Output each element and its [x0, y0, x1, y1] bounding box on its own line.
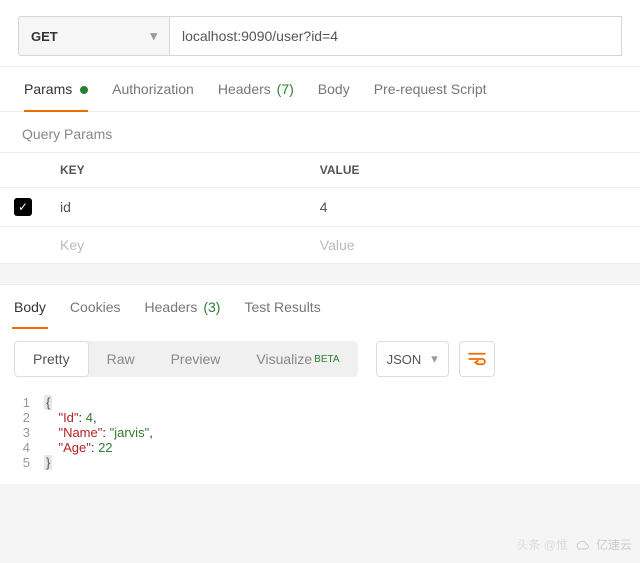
- wrap-lines-button[interactable]: [459, 341, 495, 377]
- fmt-preview[interactable]: Preview: [153, 341, 239, 377]
- wrap-icon: [468, 352, 486, 366]
- beta-badge: BETA: [314, 354, 339, 365]
- param-checkbox[interactable]: ✓: [14, 198, 32, 216]
- cloud-icon: [574, 539, 590, 551]
- tab-headers-label: Headers: [218, 81, 271, 97]
- resp-tab-tests[interactable]: Test Results: [232, 285, 332, 329]
- resp-tab-headers[interactable]: Headers (3): [133, 285, 233, 329]
- url-input[interactable]: [170, 16, 622, 56]
- http-method-value: GET: [31, 29, 58, 44]
- tab-params[interactable]: Params: [12, 67, 100, 111]
- watermark: 头条 @惟 亿速云: [516, 536, 632, 553]
- resp-headers-count-badge: (3): [203, 299, 220, 315]
- param-value-placeholder[interactable]: Value: [306, 227, 640, 264]
- fmt-visualize-label: Visualize: [256, 351, 312, 367]
- fmt-pretty[interactable]: Pretty: [14, 341, 89, 377]
- resp-tab-body[interactable]: Body: [2, 285, 58, 329]
- fmt-visualize[interactable]: Visualize BETA: [238, 341, 357, 377]
- param-key-placeholder[interactable]: Key: [46, 227, 306, 264]
- tab-headers[interactable]: Headers (7): [206, 67, 306, 111]
- response-body[interactable]: 1{2 "Id": 4,3 "Name": "jarvis",4 "Age": …: [0, 389, 640, 484]
- query-params-table: KEY VALUE ✓ id 4 Key Value: [0, 152, 640, 264]
- response-type-value: JSON: [387, 352, 422, 367]
- param-value-cell[interactable]: 4: [306, 188, 640, 227]
- tab-authorization[interactable]: Authorization: [100, 67, 206, 111]
- col-value: VALUE: [306, 153, 640, 188]
- http-method-select[interactable]: GET ▾: [18, 16, 170, 56]
- table-row: ✓ id 4: [0, 188, 640, 227]
- col-key: KEY: [46, 153, 306, 188]
- tab-prerequest[interactable]: Pre-request Script: [362, 67, 499, 111]
- watermark-left: 头条 @惟: [516, 536, 568, 553]
- chevron-down-icon: ▾: [431, 351, 438, 367]
- params-active-dot-icon: [80, 86, 88, 94]
- format-tabs: Pretty Raw Preview Visualize BETA: [14, 341, 358, 377]
- param-key-cell[interactable]: id: [46, 188, 306, 227]
- chevron-down-icon: ▾: [150, 28, 157, 44]
- resp-headers-label: Headers: [145, 299, 198, 315]
- fmt-raw[interactable]: Raw: [89, 341, 153, 377]
- resp-tab-cookies[interactable]: Cookies: [58, 285, 133, 329]
- query-params-title: Query Params: [0, 112, 640, 152]
- tab-params-label: Params: [24, 81, 72, 97]
- table-row: Key Value: [0, 227, 640, 264]
- tab-body[interactable]: Body: [306, 67, 362, 111]
- headers-count-badge: (7): [277, 81, 294, 97]
- watermark-right: 亿速云: [596, 536, 632, 553]
- response-type-select[interactable]: JSON ▾: [376, 341, 449, 377]
